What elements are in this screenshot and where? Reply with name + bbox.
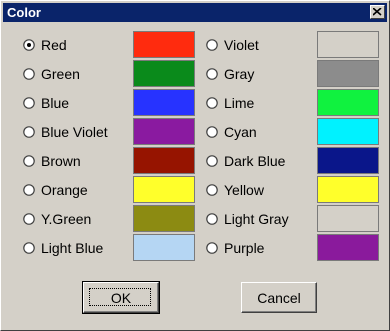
radio-button[interactable] bbox=[23, 241, 35, 254]
color-swatch bbox=[133, 234, 195, 261]
window-title: Color bbox=[7, 5, 41, 20]
radio-button[interactable] bbox=[23, 38, 35, 51]
color-option-label: Brown bbox=[41, 153, 81, 169]
color-option-label: Cyan bbox=[224, 124, 257, 140]
radio-button[interactable] bbox=[206, 67, 218, 80]
color-option-label: Orange bbox=[41, 182, 88, 198]
color-option-label: Y.Green bbox=[41, 211, 92, 227]
radio-button[interactable] bbox=[206, 96, 218, 109]
ok-button-label: OK bbox=[110, 290, 132, 306]
radio-button[interactable] bbox=[206, 183, 218, 196]
color-swatch bbox=[317, 118, 379, 145]
color-swatch bbox=[133, 147, 195, 174]
color-swatch bbox=[317, 176, 379, 203]
color-dialog: Color Red Green Blue Blue Violet Brown Orange… bbox=[0, 0, 390, 331]
color-swatch bbox=[317, 147, 379, 174]
radio-button[interactable] bbox=[23, 67, 35, 80]
color-swatch bbox=[317, 205, 379, 232]
color-option-label: Blue bbox=[41, 95, 70, 111]
color-option-label: Light Gray bbox=[224, 211, 289, 227]
radio-button[interactable] bbox=[23, 125, 35, 138]
color-option-label: Dark Blue bbox=[224, 153, 286, 169]
radio-button[interactable] bbox=[206, 154, 218, 167]
color-option-label: Gray bbox=[224, 66, 255, 82]
radio-button[interactable] bbox=[23, 183, 35, 196]
color-option-label: Lime bbox=[224, 95, 255, 111]
cancel-button-label: Cancel bbox=[257, 290, 301, 306]
title-bar[interactable]: Color bbox=[3, 3, 387, 22]
close-button[interactable] bbox=[370, 5, 385, 19]
cancel-button[interactable]: Cancel bbox=[241, 282, 317, 313]
color-swatch bbox=[133, 176, 195, 203]
color-swatch bbox=[133, 60, 195, 87]
color-option-label: Light Blue bbox=[41, 240, 104, 256]
radio-button[interactable] bbox=[206, 125, 218, 138]
color-swatch bbox=[133, 118, 195, 145]
color-option-label: Blue Violet bbox=[41, 124, 108, 140]
color-swatch bbox=[317, 60, 379, 87]
color-option-label: Green bbox=[41, 66, 80, 82]
color-option-label: Violet bbox=[224, 37, 259, 53]
radio-button[interactable] bbox=[206, 212, 218, 225]
color-swatch bbox=[133, 205, 195, 232]
color-swatch bbox=[133, 31, 195, 58]
color-option-label: Red bbox=[41, 37, 67, 53]
color-swatch bbox=[133, 89, 195, 116]
radio-button[interactable] bbox=[206, 241, 218, 254]
color-option-label: Purple bbox=[224, 240, 265, 256]
radio-button[interactable] bbox=[23, 154, 35, 167]
color-swatch bbox=[317, 31, 379, 58]
radio-button[interactable] bbox=[206, 38, 218, 51]
color-swatch bbox=[317, 234, 379, 261]
color-option-label: Yellow bbox=[224, 182, 264, 198]
radio-button[interactable] bbox=[23, 212, 35, 225]
color-swatch bbox=[317, 89, 379, 116]
close-icon bbox=[373, 8, 382, 16]
ok-button[interactable]: OK bbox=[82, 281, 160, 314]
radio-button[interactable] bbox=[23, 96, 35, 109]
